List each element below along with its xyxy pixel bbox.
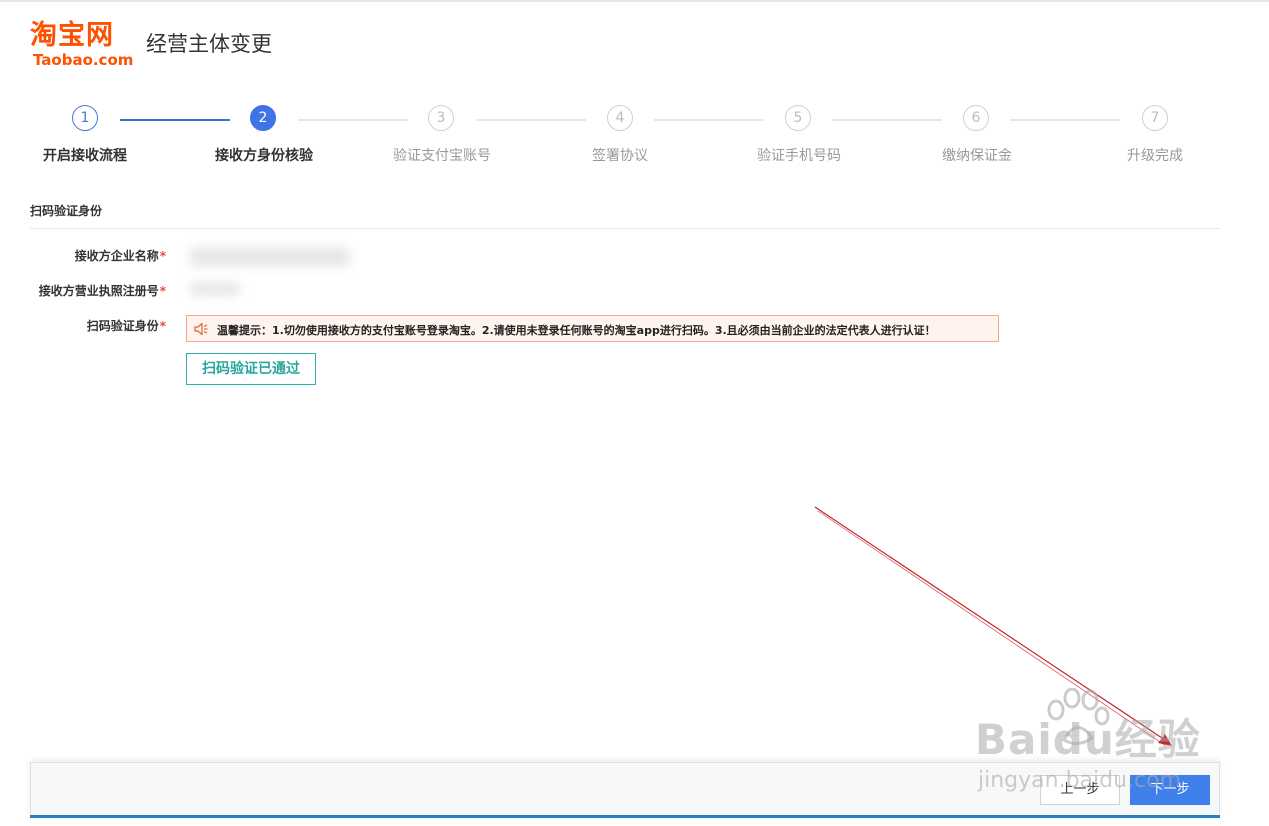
scan-verify-label: 扫码验证身份* bbox=[6, 317, 166, 334]
warning-notice: 温馨提示：1.切勿使用接收方的支付宝账号登录淘宝。2.请使用未登录任何账号的淘宝… bbox=[186, 315, 999, 342]
scan-verified-button[interactable]: 扫码验证已通过 bbox=[186, 353, 316, 385]
company-name-label-text: 接收方企业名称 bbox=[74, 249, 159, 263]
logo-cn-text: 淘宝网 bbox=[30, 20, 114, 51]
license-no-label: 接收方营业执照注册号* bbox=[6, 282, 166, 299]
company-name-label: 接收方企业名称* bbox=[6, 247, 166, 264]
company-name-value-redacted bbox=[190, 247, 350, 267]
step-7-circle: 7 bbox=[1142, 105, 1168, 131]
step-7-label: 升级完成 bbox=[1127, 148, 1183, 164]
watermark-main: Baidu经验 bbox=[975, 715, 1201, 764]
step-connector-3 bbox=[476, 119, 586, 121]
speaker-icon bbox=[194, 322, 208, 336]
step-1-circle: 1 bbox=[72, 105, 98, 131]
step-connector-5 bbox=[832, 119, 942, 121]
step-4-label: 签署协议 bbox=[592, 148, 648, 164]
step-6-circle: 6 bbox=[963, 105, 989, 131]
scan-verify-label-text: 扫码验证身份 bbox=[86, 319, 159, 333]
required-mark: * bbox=[159, 249, 166, 263]
step-5-label: 验证手机号码 bbox=[757, 148, 841, 164]
step-3-label: 验证支付宝账号 bbox=[393, 148, 491, 164]
footer-accent-line bbox=[30, 815, 1220, 818]
step-4-circle: 4 bbox=[607, 105, 633, 131]
step-5-circle: 5 bbox=[785, 105, 811, 131]
step-3-circle: 3 bbox=[428, 105, 454, 131]
step-6-label: 缴纳保证金 bbox=[942, 148, 1012, 164]
step-connector-1 bbox=[120, 119, 230, 121]
top-border bbox=[0, 0, 1269, 2]
step-connector-2 bbox=[298, 119, 408, 121]
step-connector-6 bbox=[1010, 119, 1120, 121]
warning-text: 温馨提示：1.切勿使用接收方的支付宝账号登录淘宝。2.请使用未登录任何账号的淘宝… bbox=[217, 324, 936, 337]
required-mark: * bbox=[159, 284, 166, 298]
step-2-circle: 2 bbox=[250, 105, 276, 131]
step-1-label: 开启接收流程 bbox=[43, 148, 127, 164]
license-no-label-text: 接收方营业执照注册号 bbox=[38, 284, 159, 298]
taobao-logo[interactable]: 淘宝网 Taobao.com bbox=[30, 20, 138, 69]
logo-en-text: Taobao.com bbox=[33, 51, 134, 69]
section-title: 扫码验证身份 bbox=[30, 204, 103, 218]
watermark-sub: jingyan.baidu.com bbox=[978, 768, 1182, 793]
step-2-label: 接收方身份核验 bbox=[215, 148, 313, 164]
required-mark: * bbox=[159, 319, 166, 333]
section-divider bbox=[30, 228, 1220, 229]
page-title: 经营主体变更 bbox=[146, 32, 272, 56]
license-no-value-redacted bbox=[190, 282, 240, 296]
step-connector-4 bbox=[654, 119, 764, 121]
progress-stepper: 1 2 3 4 5 6 7 开启接收流程 接收方身份核验 验证支付宝账号 签署协… bbox=[0, 105, 1269, 175]
